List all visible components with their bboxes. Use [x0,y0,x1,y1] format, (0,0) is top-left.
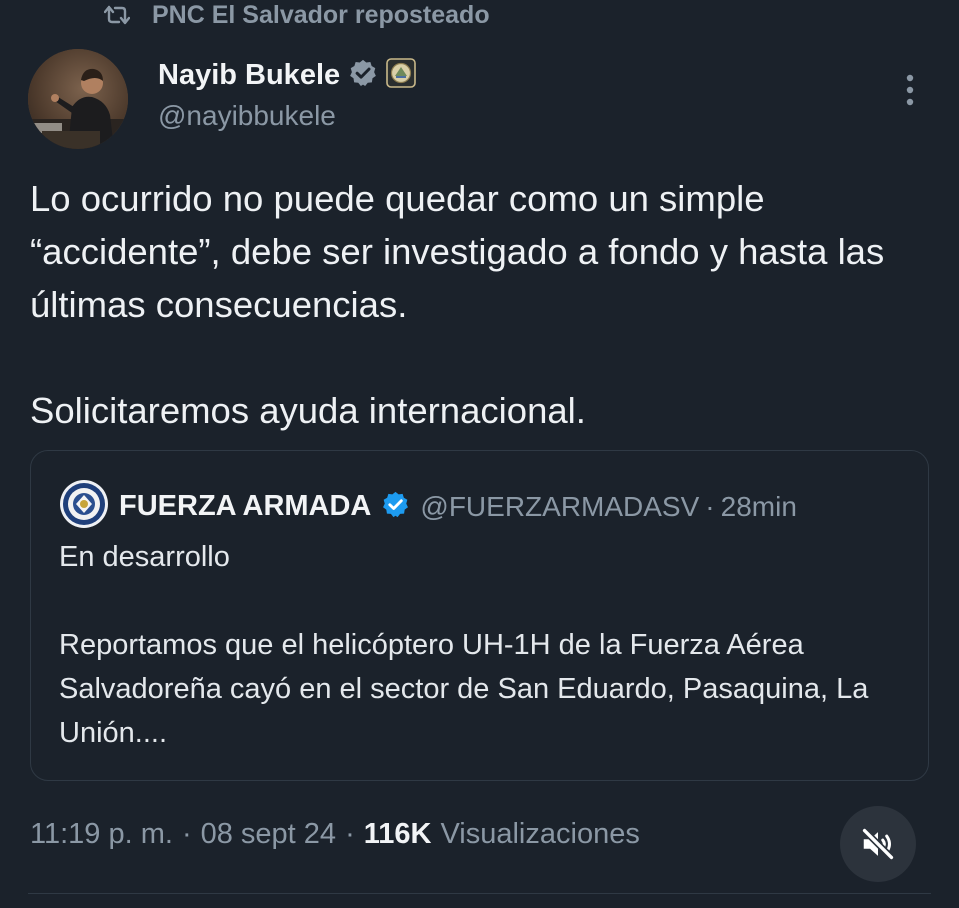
more-vertical-icon [906,74,914,106]
tweet-body: Lo ocurrido no puede quedar como un simp… [30,172,930,437]
verified-badge-blue-icon[interactable] [381,490,410,524]
tweet-paragraph: Solicitaremos ayuda internacional. [30,390,586,431]
views-count[interactable]: 116K [364,818,432,851]
tweet-paragraph: Lo ocurrido no puede quedar como un simp… [30,178,885,325]
quoted-tweet-body: En desarrollo Reportamos que el helicópt… [59,535,899,755]
repost-indicator[interactable]: PNC El Salvador reposteado [104,0,490,30]
tweet-screen: PNC El Salvador reposteado Nayib Bukele [0,0,959,908]
quoted-avatar[interactable] [59,479,109,534]
quoted-author-handle[interactable]: @FUERZARMADASV [420,491,699,523]
author-row: Nayib Bukele [158,58,416,93]
divider [28,893,931,894]
more-options-button[interactable] [898,72,922,108]
author-handle[interactable]: @nayibbukele [158,100,336,132]
post-date[interactable]: 08 sept 24 [201,818,336,851]
post-time[interactable]: 11:19 p. m. [30,818,173,851]
separator-dot: · [705,490,715,522]
tweet-meta-row: 11:19 p. m. · 08 sept 24 · 116K Visualiz… [30,818,640,851]
views-label[interactable]: Visualizaciones [440,818,639,851]
quoted-timestamp[interactable]: 28min [721,491,797,523]
author-name[interactable]: Nayib Bukele [158,59,340,92]
quoted-paragraph: En desarrollo [59,541,230,573]
quoted-tweet-header: FUERZA ARMADA @FUERZARMADASV · 28min [59,479,797,534]
repost-icon [104,4,130,26]
government-seal-icon[interactable] [386,58,416,93]
verified-badge-gray-icon[interactable] [348,58,378,93]
volume-muted-icon [861,827,895,861]
avatar[interactable] [28,49,128,149]
repost-text: PNC El Salvador reposteado [152,0,490,29]
mute-toggle-button[interactable] [840,806,916,882]
separator-dot: · [345,818,355,850]
quoted-author-name[interactable]: FUERZA ARMADA [119,490,371,523]
separator-dot: · [181,818,192,850]
quoted-tweet-card[interactable]: FUERZA ARMADA @FUERZARMADASV · 28min En … [30,450,929,781]
quoted-paragraph: Reportamos que el helicóptero UH-1H de l… [59,629,869,749]
